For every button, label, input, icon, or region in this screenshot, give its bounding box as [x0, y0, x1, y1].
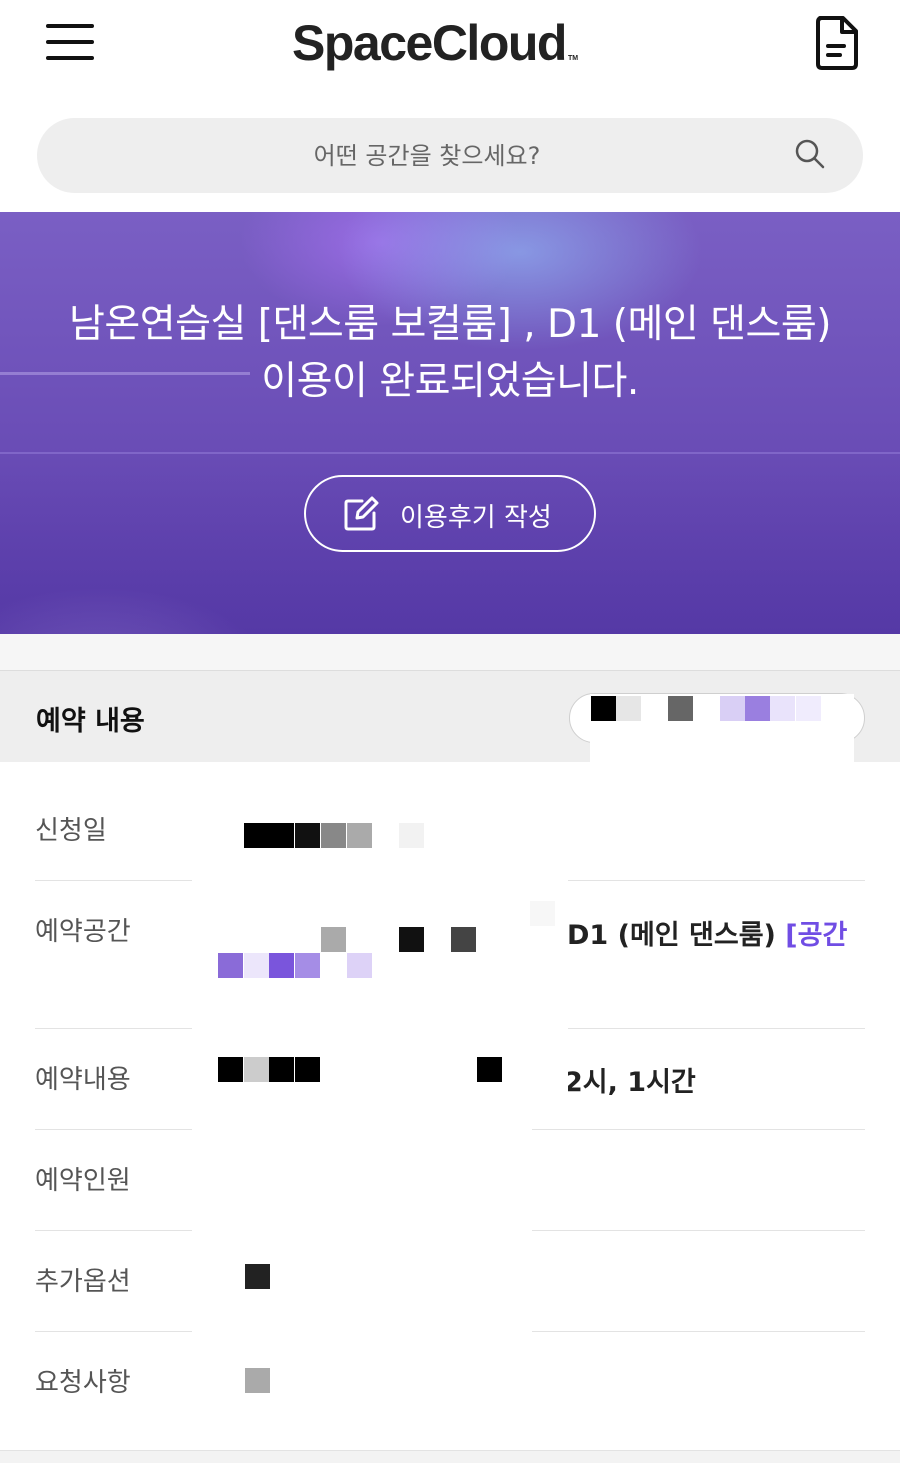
redaction-pixel	[591, 696, 616, 721]
section-title: 예약 내용	[36, 706, 145, 737]
space-link[interactable]: [공간	[785, 920, 847, 951]
redaction-pixel	[770, 696, 795, 721]
redaction-pixel	[295, 1057, 320, 1082]
redaction-pixel	[321, 823, 346, 848]
redaction-pixel	[616, 696, 641, 721]
hero-title: 남온연습실 [댄스룸 보컬룸] , D1 (메인 댄스룸) 이용이 완료되었습니…	[0, 296, 900, 410]
bottom-divider	[0, 1450, 900, 1463]
redaction-pixel	[668, 696, 693, 721]
write-review-button[interactable]: 이용후기 작성	[304, 475, 596, 552]
redaction-pixel	[269, 823, 294, 848]
redaction-pixel	[399, 927, 424, 952]
redaction-mask	[192, 1128, 532, 1450]
spacecloud-logo[interactable]: SpaceCloud TM	[292, 14, 578, 72]
detail-key: 요청사항	[35, 1368, 131, 1398]
redaction-pixel	[347, 953, 372, 978]
redaction-pixel	[244, 823, 269, 848]
redaction-pixel	[347, 823, 372, 848]
redaction-pixel	[720, 696, 745, 721]
write-review-label: 이용후기 작성	[400, 503, 552, 533]
redaction-pixel	[796, 696, 821, 721]
redaction-pixel	[244, 1057, 269, 1082]
redaction-pixel	[218, 1057, 243, 1082]
redaction-pixel	[244, 953, 269, 978]
redaction-pixel	[295, 823, 320, 848]
edit-icon	[344, 496, 379, 531]
hero-title-line2: 이용이 완료되었습니다.	[261, 359, 639, 404]
redaction-pixel	[451, 927, 476, 952]
redaction-pixel	[245, 1264, 270, 1289]
detail-value: 2시, 1시간	[564, 1067, 696, 1098]
redaction-pixel	[245, 1368, 270, 1393]
hamburger-menu-icon[interactable]	[46, 22, 96, 64]
redaction-pixel	[218, 953, 243, 978]
redaction-pixel	[269, 1057, 294, 1082]
redaction-pixel	[295, 953, 320, 978]
search-icon[interactable]	[794, 138, 826, 170]
redaction-pixel	[745, 696, 770, 721]
redaction-pixel	[321, 927, 346, 952]
document-icon[interactable]	[812, 14, 862, 72]
redaction-pixel	[477, 1057, 502, 1082]
redaction-pixel	[269, 953, 294, 978]
detail-key: 예약인원	[35, 1166, 131, 1196]
search-bar	[37, 118, 863, 193]
search-input[interactable]	[77, 118, 777, 193]
detail-key: 예약내용	[35, 1065, 131, 1095]
detail-key: 추가옵션	[35, 1267, 131, 1297]
detail-key: 신청일	[35, 816, 107, 846]
section-spacer	[0, 634, 900, 670]
redaction-pixel	[399, 823, 424, 848]
hero-title-line1: 남온연습실 [댄스룸 보컬룸] , D1 (메인 댄스룸)	[68, 302, 832, 347]
app-header: SpaceCloud TM	[0, 0, 900, 96]
detail-value: D1 (메인 댄스룸) [공간	[567, 913, 847, 952]
redaction-pixel	[530, 901, 555, 926]
hero-banner: 남온연습실 [댄스룸 보컬룸] , D1 (메인 댄스룸) 이용이 완료되었습니…	[0, 212, 900, 634]
detail-key: 예약공간	[35, 917, 131, 947]
space-name: D1 (메인 댄스룸)	[567, 920, 786, 951]
